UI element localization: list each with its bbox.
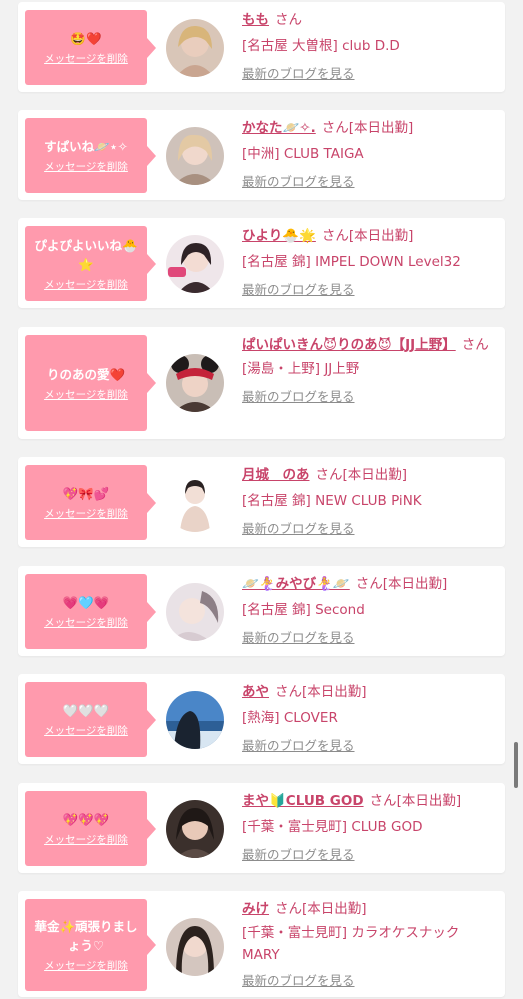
- latest-blog-link[interactable]: 最新のブログを見る: [242, 281, 499, 299]
- work-status: [本日出勤]: [396, 793, 462, 809]
- avatar[interactable]: [166, 583, 224, 641]
- cast-name-link[interactable]: まや🔰CLUB GOD: [242, 793, 364, 809]
- message-bubble: 🤍🤍🤍 メッセージを削除: [25, 682, 156, 757]
- latest-blog-link[interactable]: 最新のブログを見る: [242, 846, 499, 864]
- cast-name-link[interactable]: かなた🪐✧.: [242, 120, 316, 136]
- avatar[interactable]: [166, 474, 224, 532]
- shop-name: [名古屋 大曽根] club D.D: [242, 38, 400, 54]
- work-status: [本日出勤]: [348, 228, 414, 244]
- avatar[interactable]: [166, 918, 224, 976]
- delete-message-link[interactable]: メッセージを削除: [44, 52, 128, 66]
- latest-blog-link[interactable]: 最新のブログを見る: [242, 388, 499, 406]
- delete-message-link[interactable]: メッセージを削除: [44, 507, 128, 521]
- cast-card: 💖💖💖 メッセージを削除 まや🔰CLUB GOD さん[本日出勤] [千葉・富士見…: [18, 783, 505, 873]
- message-text: 💗🩵💗: [62, 595, 110, 610]
- message-bubble: 💗🩵💗 メッセージを削除: [25, 574, 156, 649]
- shop-name: [名古屋 錦] IMPEL DOWN Level32: [242, 254, 461, 270]
- cast-card: すぱいね🪐⋆✧ メッセージを削除 かなた🪐✧. さん[本日出勤] [中洲] CLU…: [18, 110, 505, 200]
- cast-card: 💗🩵💗 メッセージを削除 🪐🧜‍♀️みやび🧜‍♀️🪐 さん[本日出勤] [名古屋 …: [18, 566, 505, 656]
- work-status: [本日出勤]: [342, 467, 408, 483]
- message-text: 華金✨頑張りましょう♡: [34, 919, 138, 953]
- latest-blog-link[interactable]: 最新のブログを見る: [242, 520, 499, 538]
- message-bubble: すぱいね🪐⋆✧ メッセージを削除: [25, 118, 156, 193]
- work-status: [本日出勤]: [302, 901, 367, 917]
- latest-blog-link[interactable]: 最新のブログを見る: [242, 629, 499, 647]
- cast-card: ぴよぴよいいね🐣⭐ メッセージを削除 ひより🐣🌟 さん[本日出勤] [名古屋 錦]…: [18, 218, 505, 308]
- avatar[interactable]: [166, 691, 224, 749]
- shop-name: [名古屋 錦] NEW CLUB PiNK: [242, 493, 422, 509]
- shop-name: [湯島・上野] JJ上野: [242, 361, 360, 377]
- message-bubble: 🤩❤️ メッセージを削除: [25, 10, 156, 85]
- message-text: 💖🎀💕: [62, 486, 110, 501]
- cast-name-link[interactable]: ぱいぱいきん😈りのあ😈【JJ上野】: [242, 337, 456, 353]
- honorific: さん: [355, 576, 383, 592]
- cast-card: 🤩❤️ メッセージを削除 もも さん [名古屋 大曽根] club D.D 最新の…: [18, 2, 505, 92]
- message-bubble: 💖💖💖 メッセージを削除: [25, 791, 156, 866]
- delete-message-link[interactable]: メッセージを削除: [44, 616, 128, 630]
- avatar[interactable]: [166, 354, 224, 412]
- delete-message-link[interactable]: メッセージを削除: [44, 278, 128, 292]
- delete-message-link[interactable]: メッセージを削除: [44, 388, 128, 402]
- message-text: ぴよぴよいいね🐣⭐: [34, 237, 138, 272]
- cast-name-link[interactable]: ひより🐣🌟: [242, 228, 316, 244]
- message-bubble: ぴよぴよいいね🐣⭐ メッセージを削除: [25, 226, 156, 301]
- latest-blog-link[interactable]: 最新のブログを見る: [242, 972, 499, 990]
- shop-name: [千葉・富士見町] CLUB GOD: [242, 819, 423, 835]
- delete-message-link[interactable]: メッセージを削除: [44, 724, 128, 738]
- shop-name: [名古屋 錦] Second: [242, 602, 365, 618]
- avatar[interactable]: [166, 19, 224, 77]
- cast-name-link[interactable]: 月城 のあ: [242, 467, 310, 483]
- delete-message-link[interactable]: メッセージを削除: [44, 160, 128, 174]
- cast-name-link[interactable]: みけ: [242, 901, 269, 917]
- cast-card: 💖🎀💕 メッセージを削除 月城 のあ さん[本日出勤] [名古屋 錦] NEW C…: [18, 457, 505, 547]
- honorific: さん: [275, 901, 302, 917]
- cast-card: 🤍🤍🤍 メッセージを削除 あや さん[本日出勤] [熱海] CLOVER 最新のブ…: [18, 674, 505, 764]
- cast-card: 華金✨頑張りましょう♡ メッセージを削除 みけ さん[本日出勤] [千葉・富士見町…: [18, 891, 505, 997]
- avatar[interactable]: [166, 127, 224, 185]
- honorific: さん: [275, 684, 302, 700]
- honorific: さん: [461, 337, 489, 353]
- message-text: りのあの愛❤️: [46, 366, 126, 382]
- shop-name: [千葉・富士見町] カラオケスナック MARY: [242, 925, 460, 963]
- honorific: さん: [369, 793, 397, 809]
- message-text: 💖💖💖: [62, 812, 110, 827]
- honorific: さん: [321, 120, 349, 136]
- cast-card: りのあの愛❤️ メッセージを削除 ぱいぱいきん😈りのあ😈【JJ上野】 さん [湯島…: [18, 327, 505, 439]
- cast-name-link[interactable]: もも: [242, 12, 269, 28]
- message-text: すぱいね🪐⋆✧: [44, 139, 128, 154]
- cast-name-link[interactable]: あや: [242, 684, 269, 700]
- shop-name: [中洲] CLUB TAIGA: [242, 146, 364, 162]
- shop-name: [熱海] CLOVER: [242, 710, 338, 726]
- message-text: 🤩❤️: [70, 31, 102, 46]
- scrollbar[interactable]: [514, 742, 518, 788]
- delete-message-link[interactable]: メッセージを削除: [44, 833, 128, 847]
- cast-name-link[interactable]: 🪐🧜‍♀️みやび🧜‍♀️🪐: [242, 576, 350, 592]
- honorific: さん: [321, 228, 349, 244]
- avatar[interactable]: [166, 235, 224, 293]
- avatar[interactable]: [166, 800, 224, 858]
- honorific: さん: [275, 12, 302, 28]
- latest-blog-link[interactable]: 最新のブログを見る: [242, 737, 499, 755]
- latest-blog-link[interactable]: 最新のブログを見る: [242, 65, 499, 83]
- latest-blog-link[interactable]: 最新のブログを見る: [242, 173, 499, 191]
- work-status: [本日出勤]: [382, 576, 448, 592]
- work-status: [本日出勤]: [302, 684, 367, 700]
- honorific: さん: [315, 467, 343, 483]
- message-bubble: りのあの愛❤️ メッセージを削除: [25, 335, 156, 431]
- message-bubble: 💖🎀💕 メッセージを削除: [25, 465, 156, 540]
- work-status: [本日出勤]: [348, 120, 414, 136]
- delete-message-link[interactable]: メッセージを削除: [44, 959, 128, 973]
- message-text: 🤍🤍🤍: [62, 703, 110, 718]
- message-bubble: 華金✨頑張りましょう♡ メッセージを削除: [25, 899, 156, 991]
